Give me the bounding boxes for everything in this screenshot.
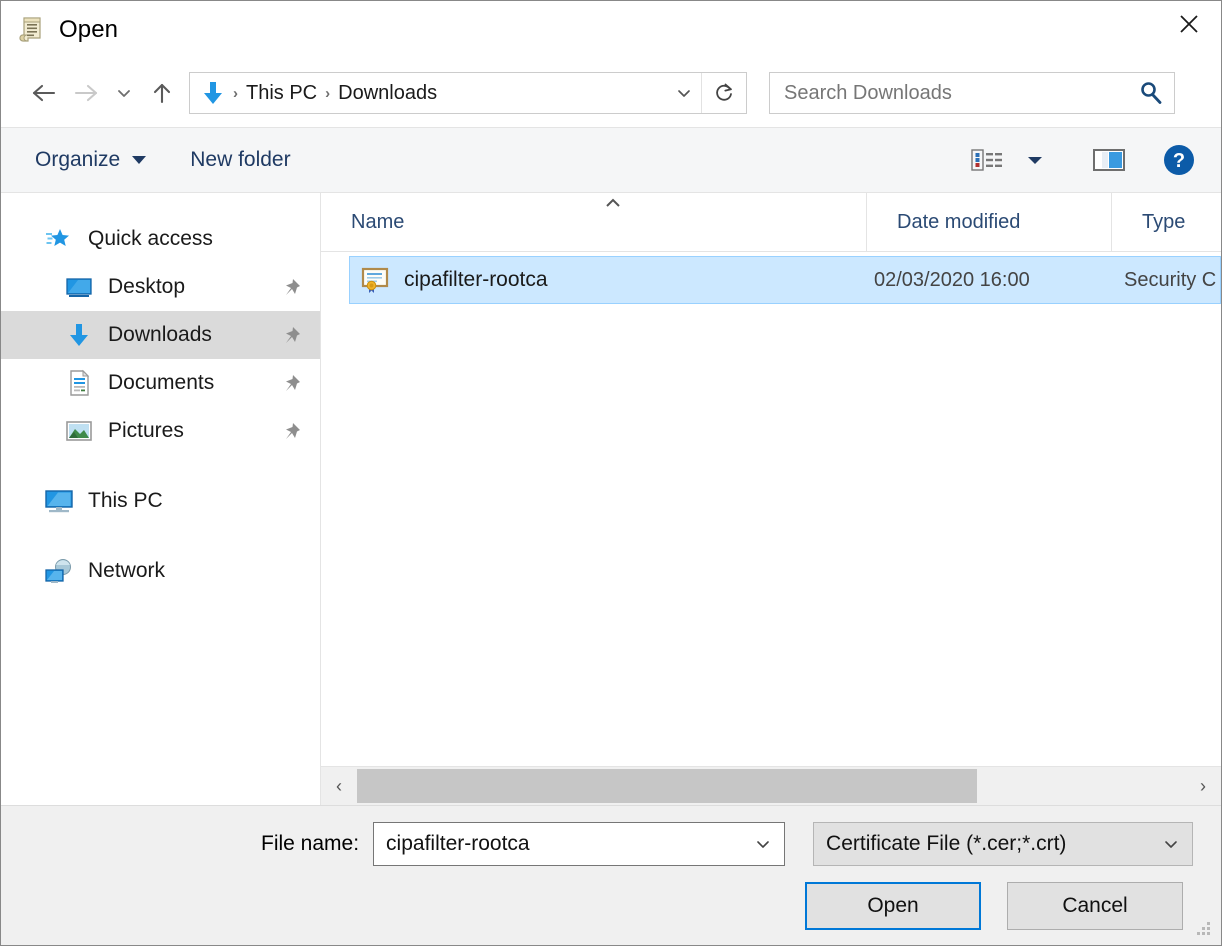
file-rows: cipafilter-rootca 02/03/2020 16:00 Secur…: [321, 252, 1221, 766]
new-folder-button[interactable]: New folder: [190, 148, 290, 172]
quick-access-star-icon: [43, 223, 75, 255]
downloads-arrow-icon: [63, 319, 95, 351]
dialog-footer: File name: cipafilter-rootca Certificate…: [1, 805, 1221, 945]
window-title: Open: [59, 16, 118, 44]
breadcrumb-this-pc[interactable]: This PC: [243, 82, 320, 105]
title-bar: Open: [1, 1, 1221, 59]
sidebar-label: This PC: [88, 489, 163, 513]
sidebar-item-desktop[interactable]: Desktop: [1, 263, 320, 311]
open-file-dialog: Open: [0, 0, 1222, 946]
file-type-value: Certificate File (*.cer;*.crt): [814, 832, 1150, 856]
view-options-button[interactable]: [963, 138, 1011, 182]
sidebar-label: Documents: [108, 371, 214, 395]
chevron-down-icon[interactable]: [742, 823, 784, 865]
organize-button[interactable]: Organize: [35, 148, 146, 172]
file-date-cell: 02/03/2020 16:00: [874, 269, 1124, 292]
certificate-icon: [360, 264, 392, 296]
breadcrumb-separator: ›: [320, 85, 335, 102]
column-header-date-modified[interactable]: Date modified: [866, 193, 1111, 251]
help-button[interactable]: ?: [1155, 138, 1203, 182]
new-folder-label: New folder: [190, 148, 290, 172]
address-bar[interactable]: › This PC › Downloads: [189, 72, 747, 114]
search-icon: [1128, 73, 1174, 113]
certificate-scroll-icon: [19, 16, 45, 44]
command-toolbar: Organize New folder: [1, 127, 1221, 193]
sidebar-item-documents[interactable]: Documents: [1, 359, 320, 407]
pictures-image-icon: [63, 415, 95, 447]
file-type-cell: Security C: [1124, 269, 1220, 292]
pin-icon[interactable]: [282, 277, 302, 297]
chevron-down-icon[interactable]: [1150, 823, 1192, 865]
downloads-arrow-icon: [198, 79, 228, 107]
refresh-button[interactable]: [702, 73, 746, 113]
dialog-buttons-row: Open Cancel: [1, 866, 1193, 930]
open-button[interactable]: Open: [805, 882, 981, 930]
breadcrumb-downloads[interactable]: Downloads: [335, 82, 440, 105]
network-globe-icon: [43, 555, 75, 587]
sidebar-label: Pictures: [108, 419, 184, 443]
sidebar-item-downloads[interactable]: Downloads: [1, 311, 320, 359]
scrollbar-thumb[interactable]: [357, 769, 977, 803]
column-header-type[interactable]: Type: [1111, 193, 1221, 251]
pin-icon[interactable]: [282, 421, 302, 441]
up-button[interactable]: [141, 72, 183, 114]
search-input[interactable]: Search Downloads: [770, 82, 1128, 105]
pin-icon[interactable]: [282, 325, 302, 345]
desktop-monitor-icon: [63, 271, 95, 303]
documents-page-icon: [63, 367, 95, 399]
close-button[interactable]: [1157, 1, 1221, 47]
table-row[interactable]: cipafilter-rootca 02/03/2020 16:00 Secur…: [349, 256, 1221, 304]
file-name-input[interactable]: cipafilter-rootca: [373, 822, 785, 866]
column-header-row: Name Date modified Type: [321, 193, 1221, 252]
file-name-value[interactable]: cipafilter-rootca: [374, 832, 742, 856]
sidebar-item-quick-access[interactable]: Quick access: [1, 215, 320, 263]
sidebar-item-pictures[interactable]: Pictures: [1, 407, 320, 455]
navigation-sidebar: Quick access Desktop: [1, 193, 321, 805]
file-name-label: File name:: [261, 832, 359, 856]
file-name-row: File name: cipafilter-rootca Certificate…: [1, 806, 1193, 866]
dialog-content: Quick access Desktop: [1, 193, 1221, 805]
horizontal-scrollbar[interactable]: ‹ ›: [321, 766, 1221, 805]
preview-pane-button[interactable]: [1085, 138, 1133, 182]
file-list-pane: Name Date modified Type: [321, 193, 1221, 805]
file-type-dropdown[interactable]: Certificate File (*.cer;*.crt): [813, 822, 1193, 866]
address-dropdown-button[interactable]: [667, 73, 701, 113]
view-dropdown-button[interactable]: [1011, 138, 1059, 182]
sidebar-group-gap: [1, 525, 320, 547]
this-pc-monitor-icon: [43, 485, 75, 517]
organize-label: Organize: [35, 148, 120, 172]
scrollbar-track[interactable]: [357, 767, 1185, 805]
pin-icon[interactable]: [282, 373, 302, 393]
column-header-name[interactable]: Name: [321, 193, 866, 251]
back-button[interactable]: [23, 72, 65, 114]
sidebar-item-this-pc[interactable]: This PC: [1, 477, 320, 525]
breadcrumb-separator: ›: [228, 85, 243, 102]
cancel-button[interactable]: Cancel: [1007, 882, 1183, 930]
sidebar-label: Desktop: [108, 275, 185, 299]
scroll-right-arrow[interactable]: ›: [1185, 767, 1221, 805]
navigation-bar: › This PC › Downloads Search Downloads: [1, 59, 1221, 127]
recent-locations-button[interactable]: [107, 72, 141, 114]
sidebar-item-network[interactable]: Network: [1, 547, 320, 595]
resize-grip-icon[interactable]: [1196, 920, 1212, 936]
caret-down-icon: [132, 156, 146, 164]
forward-button: [65, 72, 107, 114]
sidebar-label: Quick access: [88, 227, 213, 251]
sidebar-label: Network: [88, 559, 165, 583]
svg-text:?: ?: [1173, 150, 1185, 172]
sidebar-label: Downloads: [108, 323, 212, 347]
scroll-left-arrow[interactable]: ‹: [321, 767, 357, 805]
sidebar-group-gap: [1, 455, 320, 477]
search-box[interactable]: Search Downloads: [769, 72, 1175, 114]
file-name-cell: cipafilter-rootca: [404, 268, 874, 292]
